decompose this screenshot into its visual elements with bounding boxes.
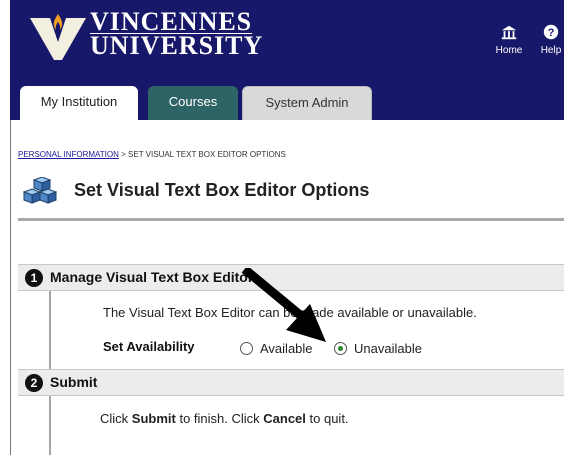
university-logo-icon[interactable] [28,12,88,62]
step1-number: 1 [25,269,43,287]
site-header: VINCENNES UNIVERSITY Home ? Help [10,0,564,75]
content-left-border [10,120,11,455]
tab-courses[interactable]: Courses [148,86,238,120]
unavailable-radio-label[interactable]: Unavailable [354,341,422,356]
submit-text-suffix: to quit. [305,411,349,426]
help-label: Help [540,45,562,56]
step2-guide-line [49,396,51,455]
step2-header: 2 Submit [18,369,564,396]
step2-title: Submit [50,374,98,390]
brand-line2: UNIVERSITY [90,31,264,60]
submit-text-middle: to finish. Click [175,411,264,426]
submit-text-prefix: Click [100,411,132,426]
breadcrumb-separator: > [118,150,129,159]
submit-instructions: Click Submit to finish. Click Cancel to … [100,411,349,426]
home-link[interactable]: Home [492,22,526,56]
settings-blocks-icon [22,177,58,204]
tab-bar: My Institution Courses System Admin [10,75,564,120]
header-links: Home ? Help [484,22,564,66]
svg-text:?: ? [548,27,555,39]
breadcrumb-link-personal-information[interactable]: PERSONAL INFORMATION [18,150,119,159]
help-icon: ? [543,24,559,40]
help-link[interactable]: ? Help [534,22,564,56]
breadcrumb: PERSONAL INFORMATION > SET VISUAL TEXT B… [18,150,286,159]
home-label: Home [495,45,523,56]
cancel-word: Cancel [263,411,306,426]
step1-title: Manage Visual Text Box Editor [50,269,254,285]
tab-system-admin[interactable]: System Admin [242,86,372,120]
submit-word: Submit [131,411,176,426]
step1-guide-line [49,291,51,369]
home-icon [501,25,517,40]
pointer-arrow-icon [241,268,326,342]
set-availability-label: Set Availability [103,339,195,354]
breadcrumb-current: SET VISUAL TEXT BOX EDITOR OPTIONS [128,150,286,159]
page-title: Set Visual Text Box Editor Options [74,180,370,200]
title-divider [18,218,564,221]
tab-my-institution[interactable]: My Institution [20,86,138,120]
step2-number: 2 [25,374,43,392]
university-name[interactable]: VINCENNES UNIVERSITY [90,9,264,60]
